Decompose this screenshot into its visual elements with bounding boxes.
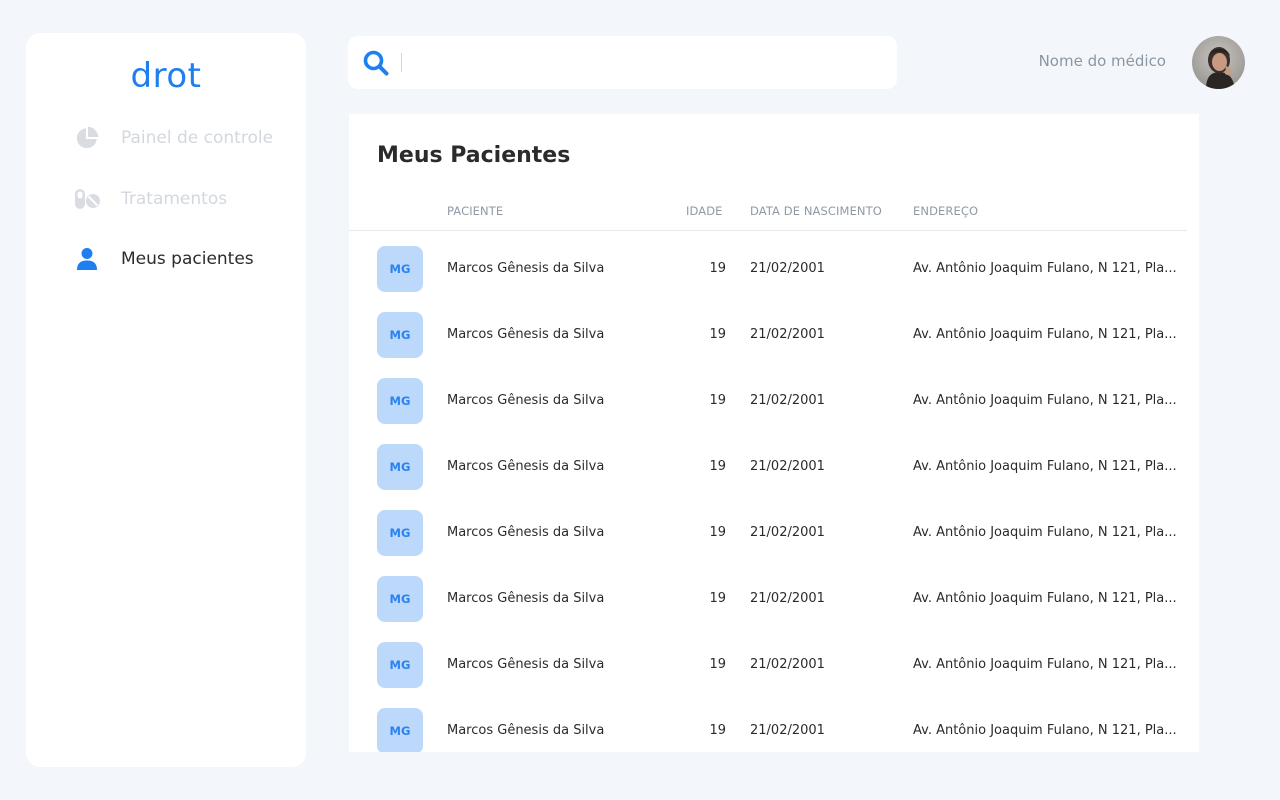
search-input[interactable] <box>410 46 880 79</box>
sidebar-item-label: Meus pacientes <box>121 249 254 269</box>
patient-birthdate: 21/02/2001 <box>750 657 825 672</box>
column-header-endereco[interactable]: ENDEREÇO <box>913 204 978 218</box>
column-header-idade[interactable]: IDADE <box>686 204 723 218</box>
patient-age: 19 <box>709 723 726 738</box>
patient-address: Av. Antônio Joaquim Fulano, N 121, Pla..… <box>913 459 1177 474</box>
patient-name: Marcos Gênesis da Silva <box>447 261 605 276</box>
patient-birthdate: 21/02/2001 <box>750 393 825 408</box>
search-divider <box>401 53 402 72</box>
sidebar-item-tratamentos[interactable]: Tratamentos <box>74 185 227 213</box>
patient-address: Av. Antônio Joaquim Fulano, N 121, Pla..… <box>913 393 1177 408</box>
app-logo[interactable]: drot <box>26 59 306 93</box>
search-icon[interactable] <box>362 49 390 77</box>
avatar[interactable] <box>1192 36 1245 89</box>
patient-initials-badge: MG <box>377 246 423 292</box>
patient-birthdate: 21/02/2001 <box>750 525 825 540</box>
patient-name: Marcos Gênesis da Silva <box>447 459 605 474</box>
patient-address: Av. Antônio Joaquim Fulano, N 121, Pla..… <box>913 327 1177 342</box>
column-header-paciente[interactable]: PACIENTE <box>447 204 503 218</box>
column-header-data-de-nascimento[interactable]: DATA DE NASCIMENTO <box>750 204 882 218</box>
pie-chart-icon <box>74 125 100 151</box>
patient-age: 19 <box>709 459 726 474</box>
sidebar-item-label: Tratamentos <box>121 189 228 209</box>
table-row[interactable]: MG Marcos Gênesis da Silva 19 21/02/2001… <box>349 708 1199 752</box>
patient-initials-badge: MG <box>377 312 423 358</box>
patient-name: Marcos Gênesis da Silva <box>447 657 605 672</box>
patient-birthdate: 21/02/2001 <box>750 327 825 342</box>
patient-address: Av. Antônio Joaquim Fulano, N 121, Pla..… <box>913 657 1177 672</box>
patient-age: 19 <box>709 525 726 540</box>
sidebar-item-meus-pacientes[interactable]: Meus pacientes <box>74 245 254 273</box>
patient-address: Av. Antônio Joaquim Fulano, N 121, Pla..… <box>913 525 1177 540</box>
search-bar[interactable] <box>348 36 897 89</box>
patient-age: 19 <box>709 327 726 342</box>
pills-icon <box>74 186 100 212</box>
patient-initials-badge: MG <box>377 576 423 622</box>
table-row[interactable]: MG Marcos Gênesis da Silva 19 21/02/2001… <box>349 576 1199 622</box>
page-title: Meus Pacientes <box>377 143 571 168</box>
table-row[interactable]: MG Marcos Gênesis da Silva 19 21/02/2001… <box>349 642 1199 688</box>
patient-initials-badge: MG <box>377 708 423 752</box>
patient-address: Av. Antônio Joaquim Fulano, N 121, Pla..… <box>913 261 1177 276</box>
patient-name: Marcos Gênesis da Silva <box>447 393 605 408</box>
table-row[interactable]: MG Marcos Gênesis da Silva 19 21/02/2001… <box>349 378 1199 424</box>
patient-name: Marcos Gênesis da Silva <box>447 591 605 606</box>
patient-initials-badge: MG <box>377 444 423 490</box>
user-icon <box>74 246 100 272</box>
patient-birthdate: 21/02/2001 <box>750 591 825 606</box>
patient-birthdate: 21/02/2001 <box>750 723 825 738</box>
patient-name: Marcos Gênesis da Silva <box>447 723 605 738</box>
sidebar-item-painel-de-controle[interactable]: Painel de controle <box>74 124 273 152</box>
patients-card: Meus Pacientes PACIENTE IDADE DATA DE NA… <box>349 114 1199 752</box>
patient-initials-badge: MG <box>377 642 423 688</box>
doctor-name[interactable]: Nome do médico <box>1000 52 1166 70</box>
patient-address: Av. Antônio Joaquim Fulano, N 121, Pla..… <box>913 723 1177 738</box>
patient-age: 19 <box>709 591 726 606</box>
patient-birthdate: 21/02/2001 <box>750 261 825 276</box>
patient-initials-badge: MG <box>377 510 423 556</box>
patient-age: 19 <box>709 261 726 276</box>
sidebar-item-label: Painel de controle <box>121 128 274 148</box>
table-row[interactable]: MG Marcos Gênesis da Silva 19 21/02/2001… <box>349 444 1199 490</box>
table-row[interactable]: MG Marcos Gênesis da Silva 19 21/02/2001… <box>349 312 1199 358</box>
patient-age: 19 <box>709 657 726 672</box>
sidebar: drot Painel de controle Tratamentos Meus… <box>26 33 306 767</box>
patient-birthdate: 21/02/2001 <box>750 459 825 474</box>
patient-name: Marcos Gênesis da Silva <box>447 525 605 540</box>
patient-age: 19 <box>709 393 726 408</box>
patient-initials-badge: MG <box>377 378 423 424</box>
table-row[interactable]: MG Marcos Gênesis da Silva 19 21/02/2001… <box>349 510 1199 556</box>
table-header: PACIENTE IDADE DATA DE NASCIMENTO ENDERE… <box>349 202 1187 231</box>
patient-address: Av. Antônio Joaquim Fulano, N 121, Pla..… <box>913 591 1177 606</box>
patient-name: Marcos Gênesis da Silva <box>447 327 605 342</box>
table-row[interactable]: MG Marcos Gênesis da Silva 19 21/02/2001… <box>349 246 1199 292</box>
